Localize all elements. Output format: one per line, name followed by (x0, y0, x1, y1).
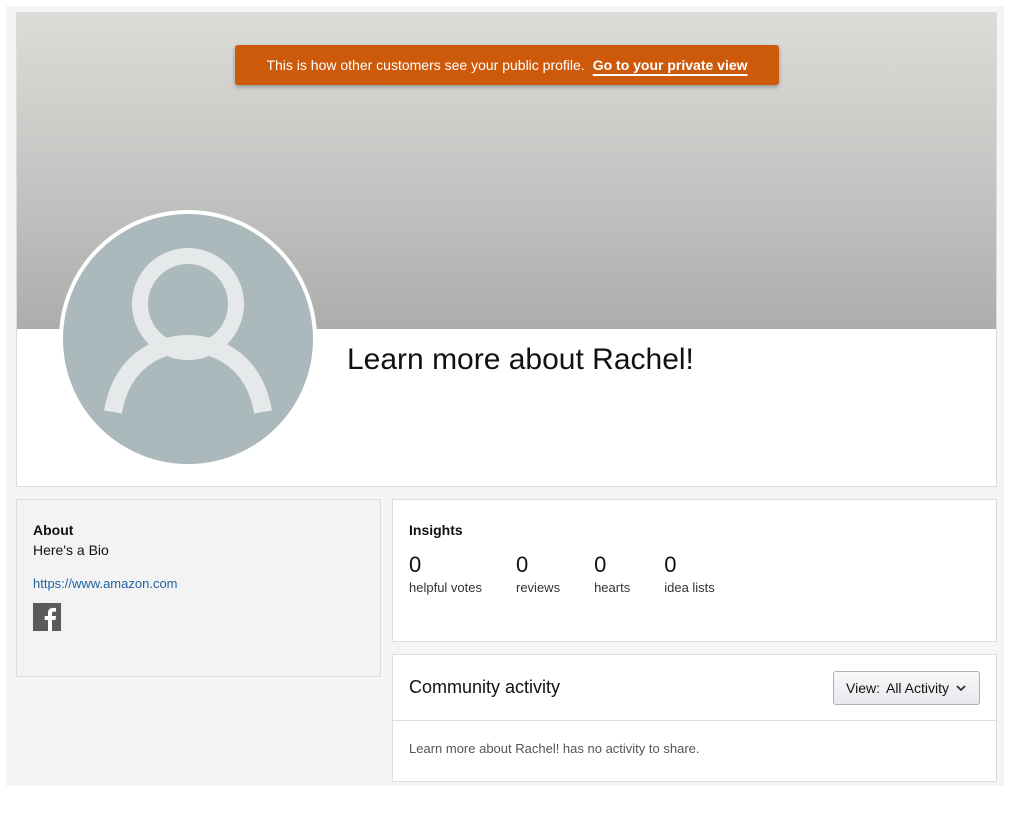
private-view-link[interactable]: Go to your private view (593, 57, 748, 73)
insights-heading: Insights (409, 522, 463, 538)
metric-idea-lists: 0 idea lists (664, 552, 715, 595)
avatar (59, 210, 317, 468)
metric-hearts: 0 hearts (594, 552, 630, 595)
insights-metrics: 0 helpful votes 0 reviews 0 hearts 0 ide… (409, 552, 980, 595)
community-activity-card: Community activity View: All Activity Le… (392, 654, 997, 782)
about-heading: About (33, 522, 74, 538)
facebook-glyph-icon (44, 607, 56, 631)
about-card: About Here's a Bio https://www.amazon.co… (16, 499, 381, 677)
chevron-down-icon (956, 684, 966, 691)
metric-reviews: 0 reviews (516, 552, 560, 595)
community-header: Community activity View: All Activity (393, 655, 996, 721)
metric-label: hearts (594, 580, 631, 595)
community-title: Community activity (409, 677, 561, 697)
metric-label: reviews (516, 580, 561, 595)
view-value: All Activity (885, 679, 949, 696)
metric-value: 0 (409, 552, 422, 577)
user-icon (104, 248, 272, 414)
notice-text: This is how other customers see your pub… (266, 57, 585, 73)
activity-filter-dropdown[interactable]: View: All Activity (833, 670, 980, 705)
profile-header-card: This is how other customers see your pub… (16, 12, 997, 487)
metric-label: idea lists (664, 580, 715, 595)
metric-label: helpful votes (409, 580, 482, 595)
bio-text: Here's a Bio (33, 542, 109, 558)
website-link[interactable]: https://www.amazon.com (33, 576, 364, 591)
empty-activity-message: Learn more about Rachel! has no activity… (409, 741, 700, 756)
view-label: View: (846, 679, 880, 696)
page-title: Learn more about Rachel! (347, 343, 694, 376)
insights-card: Insights 0 helpful votes 0 reviews 0 hea… (392, 499, 997, 642)
metric-value: 0 (664, 552, 677, 577)
metric-helpful-votes: 0 helpful votes (409, 552, 482, 595)
metric-value: 0 (594, 552, 607, 577)
facebook-icon[interactable] (33, 603, 61, 631)
public-profile-notice: This is how other customers see your pub… (235, 45, 779, 85)
metric-value: 0 (516, 552, 529, 577)
